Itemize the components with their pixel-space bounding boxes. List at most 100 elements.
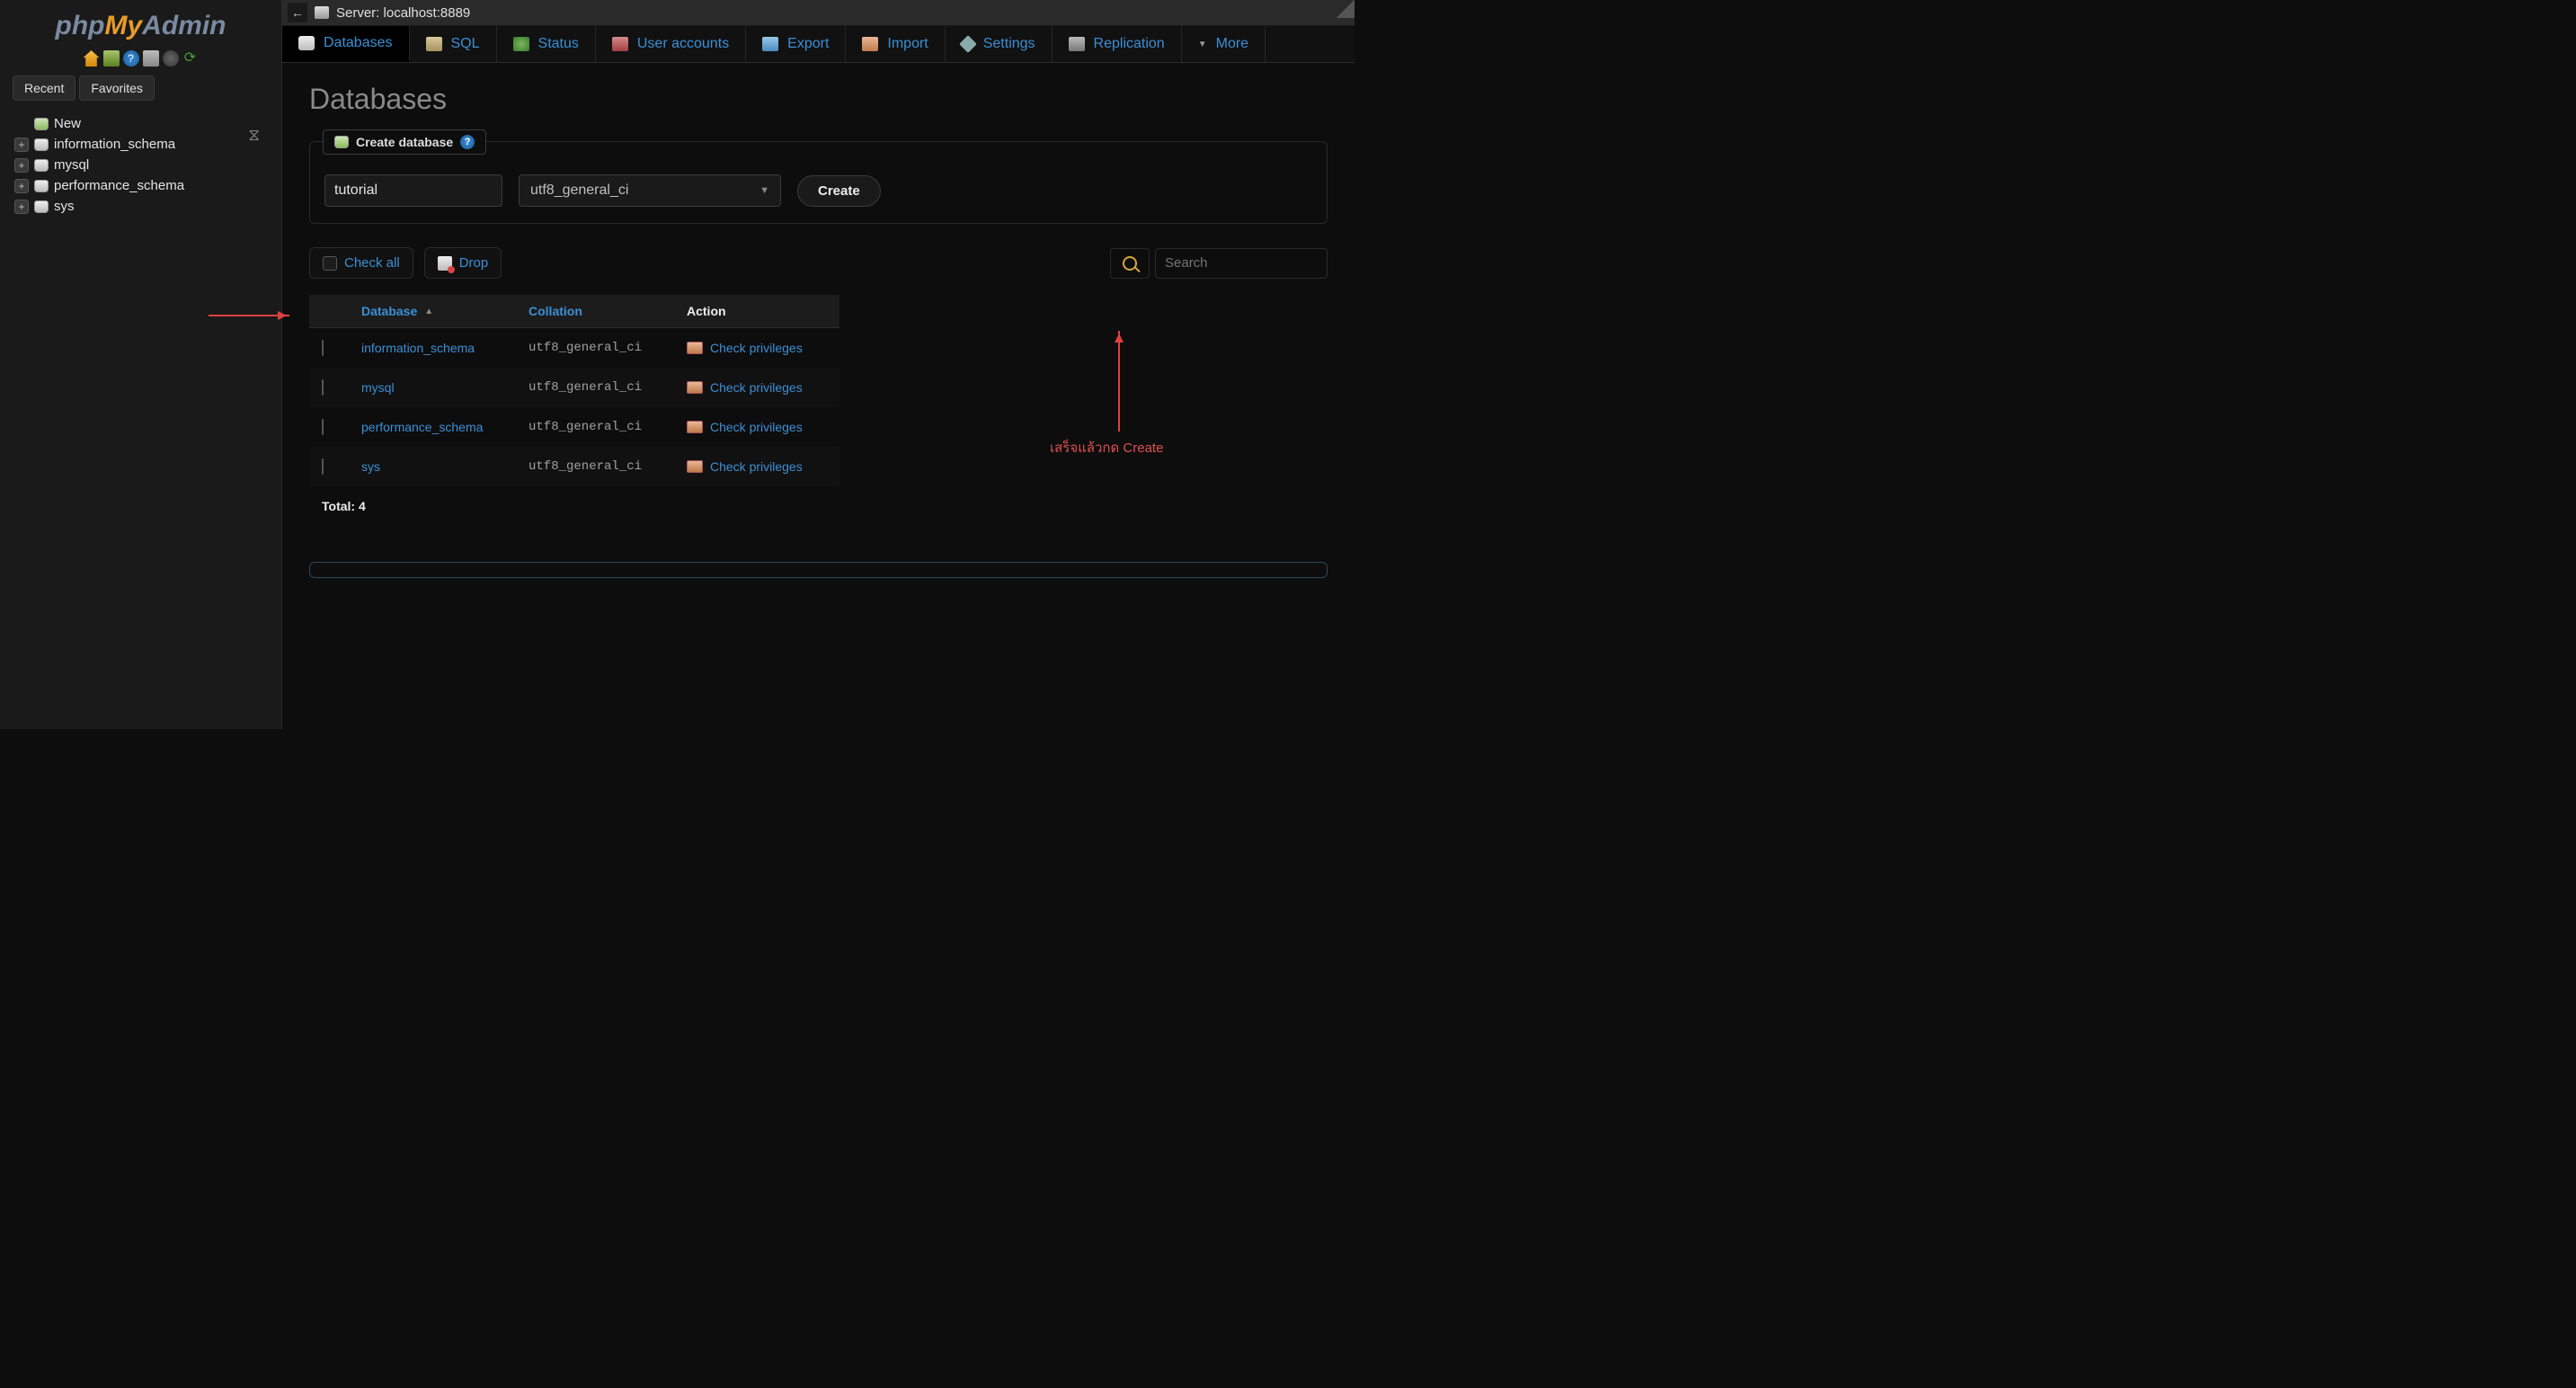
settings-icon [959,35,977,53]
tab-replication[interactable]: Replication [1053,26,1182,62]
privileges-icon [687,421,703,433]
tab-settings[interactable]: Settings [946,26,1053,62]
drop-button[interactable]: Drop [424,247,502,279]
tab-label: Databases [324,35,393,51]
check-all-button[interactable]: Check all [309,247,413,279]
main-tabbar: Databases SQL Status User accounts Export Imp… [282,26,1355,63]
tab-databases[interactable]: Databases [282,26,410,62]
server-icon [315,6,329,19]
drop-label: Drop [459,255,489,271]
favorites-tab[interactable]: Favorites [79,76,155,101]
header-collation[interactable]: Collation [529,304,687,318]
help-icon[interactable]: ? [123,50,139,67]
collapse-corner-icon[interactable] [1337,0,1355,18]
create-database-panel: Create database ? utf8_general_ci ▼ Crea… [309,141,1328,224]
row-checkbox[interactable] [322,379,324,396]
tab-label: Settings [983,36,1035,52]
check-privileges-link[interactable]: Check privileges [710,459,803,474]
privileges-icon [687,342,703,354]
row-collation: utf8_general_ci [529,459,687,474]
check-all-label: Check all [344,255,400,271]
annotation-arrow-horizontal [209,315,289,316]
search-icon-box[interactable] [1110,248,1150,279]
privileges-icon [687,381,703,394]
help-icon[interactable]: ? [460,135,475,149]
tree-item-label: performance_schema [54,178,184,193]
more-icon: ▼ [1198,40,1207,49]
row-checkbox[interactable] [322,419,324,435]
server-bar: ← Server: localhost:8889 [282,0,1355,26]
row-database-link[interactable]: mysql [361,380,529,395]
home-icon[interactable] [84,50,100,67]
tree-item-sys[interactable]: + sys [14,196,271,217]
expand-icon[interactable]: + [14,158,29,173]
tree-item-label: mysql [54,157,89,173]
recent-tab[interactable]: Recent [13,76,76,101]
back-button[interactable]: ← [288,3,307,22]
database-icon [34,180,49,192]
logo-part-my: My [104,11,142,40]
status-icon [513,37,529,51]
settings-icon[interactable] [163,50,179,67]
tree-new-label: New [54,116,81,131]
header-database[interactable]: Database ▲ [361,304,529,318]
panel-resize-icon[interactable]: ⧖ [248,126,260,145]
tab-export[interactable]: Export [746,26,846,62]
tree-item-mysql[interactable]: + mysql [14,155,271,175]
table-row: information_schemautf8_general_ci Check p… [309,328,839,368]
tree-item-label: information_schema [54,137,175,152]
user-accounts-icon [612,37,628,51]
server-label[interactable]: Server: localhost:8889 [336,5,470,21]
row-database-link[interactable]: information_schema [361,341,529,355]
check-privileges-link[interactable]: Check privileges [710,420,803,434]
create-button[interactable]: Create [797,175,881,207]
header-action: Action [687,304,726,318]
row-checkbox[interactable] [322,340,324,356]
expand-icon[interactable]: + [14,200,29,214]
tree-item-label: sys [54,199,75,214]
check-privileges-link[interactable]: Check privileges [710,341,803,355]
logout-icon[interactable] [103,50,120,67]
search-input[interactable] [1155,248,1328,279]
tab-user-accounts[interactable]: User accounts [596,26,746,62]
row-checkbox[interactable] [322,458,324,475]
create-database-icon [334,136,349,148]
tab-more[interactable]: ▼ More [1182,26,1266,62]
tab-label: Import [887,36,928,52]
sidebar: phpMyAdmin ? ⟳ Recent Favorites ⧖ New + i… [0,0,282,729]
tree-item-performance_schema[interactable]: + performance_schema [14,175,271,196]
tree-item-information_schema[interactable]: + information_schema [14,134,271,155]
row-collation: utf8_general_ci [529,341,687,355]
row-database-link[interactable]: performance_schema [361,420,529,434]
collation-select[interactable]: utf8_general_ci ▼ [519,174,781,207]
tab-label: User accounts [637,36,729,52]
tab-status[interactable]: Status [497,26,596,62]
expand-icon[interactable]: + [14,179,29,193]
check-all-checkbox[interactable] [323,256,337,271]
toolbar-row: Check all Drop [309,247,1328,279]
row-database-link[interactable]: sys [361,459,529,474]
replication-icon [1069,37,1085,51]
tab-label: Replication [1094,36,1165,52]
sql-icon [426,37,442,51]
logo-part-php: php [56,11,105,40]
check-privileges-link[interactable]: Check privileges [710,380,803,395]
row-collation: utf8_general_ci [529,420,687,434]
create-database-heading-text: Create database [356,135,453,149]
expand-icon[interactable]: + [14,138,29,152]
database-icon [34,200,49,213]
tab-import[interactable]: Import [846,26,945,62]
databases-icon [298,36,315,50]
tab-label: More [1216,36,1248,52]
main-area: ← Server: localhost:8889 Databases SQL Sta… [282,0,1355,729]
logo[interactable]: phpMyAdmin [4,7,278,47]
database-name-input[interactable] [324,174,502,207]
create-database-heading: Create database ? [323,129,486,155]
sql-query-icon[interactable] [143,50,159,67]
chevron-down-icon: ▼ [759,185,769,196]
tree-new-database[interactable]: New [14,113,271,134]
refresh-icon[interactable]: ⟳ [182,50,199,67]
tab-sql[interactable]: SQL [410,26,497,62]
tab-label: Status [538,36,579,52]
search-icon [1123,256,1137,271]
